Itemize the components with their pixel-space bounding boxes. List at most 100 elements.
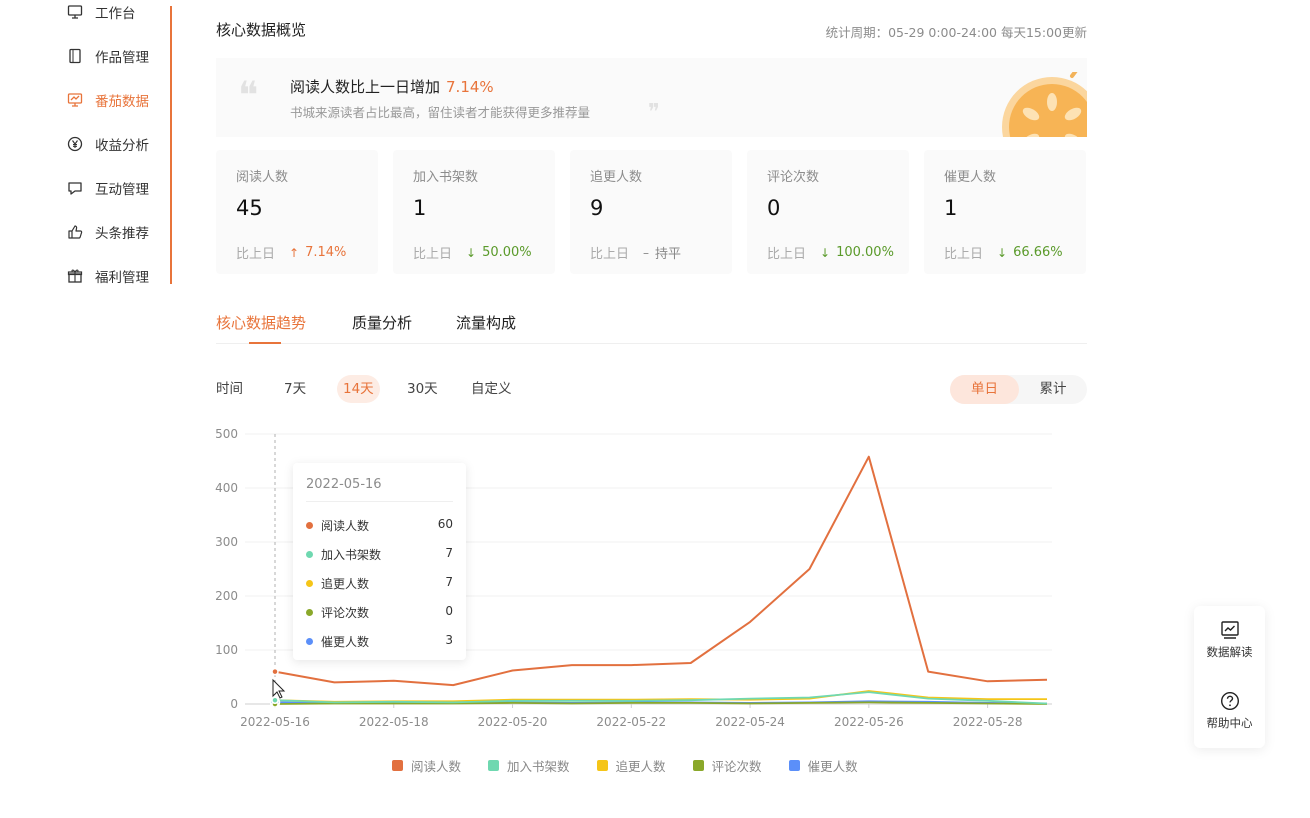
compare-label: 比上日 [236, 247, 276, 262]
sidebar-item-interaction[interactable]: 互动管理 [66, 176, 149, 200]
data-interpretation-label: 数据解读 [1206, 645, 1253, 659]
dash-icon: – [643, 245, 650, 260]
tooltip-series-name: 催更人数 [321, 635, 370, 649]
mode-cumulative[interactable]: 累计 [1019, 375, 1087, 404]
legend-swatch [692, 759, 704, 771]
mode-toggle: 单日 累计 [950, 375, 1087, 404]
legend-item-urge[interactable]: 催更人数 [788, 756, 858, 774]
tab-indicator [249, 342, 281, 344]
tooltip-row: 评论次数 0 [306, 604, 453, 622]
page-title: 核心数据概览 [216, 21, 307, 39]
legend-label: 追更人数 [615, 758, 666, 774]
help-icon [1220, 691, 1239, 711]
x-tick-label: 2022-05-20 [478, 715, 548, 729]
x-tick-label: 2022-05-24 [715, 715, 785, 729]
chat-icon [66, 179, 84, 197]
time-filter-label: 时间 [216, 381, 243, 397]
sidebar-item-revenue[interactable]: 收益分析 [66, 132, 149, 156]
compare-change: 66.66% [1013, 245, 1063, 260]
tooltip-series-value: 60 [437, 517, 453, 531]
x-tick-label: 2022-05-22 [596, 715, 666, 729]
tab-core-trend[interactable]: 核心数据趋势 [216, 312, 306, 333]
tooltip-series-name: 追更人数 [321, 577, 370, 591]
arrow-up-icon: ↑ [289, 245, 300, 260]
sidebar-item-works[interactable]: 作品管理 [66, 44, 149, 68]
sidebar-item-workbench[interactable]: 工作台 [66, 0, 136, 24]
hover-point [271, 696, 279, 704]
legend-label: 评论次数 [711, 758, 762, 774]
tab-traffic[interactable]: 流量构成 [456, 312, 516, 333]
stat-label: 加入书架数 [413, 170, 479, 185]
y-tick-label: 100 [215, 643, 238, 657]
insight-banner: ❝ ❞ 阅读人数比上一日增加 7.14% 书城来源读者占比最高，留住读者才能获得更… [216, 58, 1087, 137]
legend-item-bookshelf[interactable]: 加入书架数 [488, 756, 570, 774]
banner-subline: 书城来源读者占比最高，留住读者才能获得更多推荐量 [290, 105, 591, 120]
hover-point [271, 667, 279, 676]
y-tick-label: 400 [215, 481, 238, 495]
help-center-button[interactable]: 帮助中心 [1194, 691, 1265, 731]
stat-card-readers: 阅读人数 45 比上日 ↑ 7.14% [216, 150, 378, 274]
legend-dot [306, 551, 313, 558]
arrow-down-icon: ↓ [820, 245, 831, 260]
compare-change: 50.00% [482, 245, 532, 260]
compare-label: 比上日 [590, 247, 630, 262]
y-tick-label: 300 [215, 535, 238, 549]
tooltip-series-name: 阅读人数 [321, 519, 370, 533]
tooltip-row: 追更人数 7 [306, 575, 453, 593]
gift-icon [66, 267, 84, 285]
compare-label: 比上日 [944, 247, 984, 262]
stat-card-urge: 催更人数 1 比上日 ↓ 66.66% [924, 150, 1086, 274]
compare-change: 7.14% [305, 245, 347, 260]
compare-change: 持平 [655, 247, 682, 262]
sidebar-item-label: 作品管理 [95, 50, 149, 66]
compare-change: 100.00% [836, 245, 894, 260]
legend-dot [306, 609, 313, 616]
stat-label: 评论次数 [767, 170, 820, 185]
stat-card-followers: 追更人数 9 比上日 – 持平 [570, 150, 732, 274]
filter-14-days[interactable]: 14天 [337, 375, 380, 403]
filter-30-days[interactable]: 30天 [407, 375, 438, 403]
mode-daily[interactable]: 单日 [950, 375, 1019, 404]
chart-report-icon [1220, 621, 1239, 639]
banner-headline: 阅读人数比上一日增加 7.14% [290, 76, 494, 97]
stat-value: 9 [590, 196, 604, 220]
stat-card-comments: 评论次数 0 比上日 ↓ 100.00% [747, 150, 909, 274]
legend-item-followers[interactable]: 追更人数 [596, 756, 666, 774]
filter-7-days[interactable]: 7天 [284, 375, 306, 403]
tooltip-row: 加入书架数 7 [306, 546, 453, 564]
stat-value: 0 [767, 196, 781, 220]
chart-tooltip: 2022-05-16 阅读人数 60 加入书架数 7 追更人数 7 评论次数 0 催更人… [293, 463, 466, 660]
chart-legend: 阅读人数 加入书架数 追更人数 评论次数 催更人数 [392, 756, 885, 774]
stat-compare: 比上日 ↑ 7.14% [236, 243, 346, 262]
banner-headline-pct: 7.14% [446, 78, 494, 96]
quote-open-icon: ❝ [238, 73, 259, 117]
stat-value: 1 [944, 196, 958, 220]
data-interpretation-button[interactable]: 数据解读 [1194, 620, 1265, 660]
stat-compare: 比上日 ↓ 66.66% [944, 243, 1063, 262]
yen-icon [66, 135, 84, 153]
stats-period: 统计周期：05-29 0:00-24:00 每天15:00更新 [825, 25, 1087, 40]
x-tick-label: 2022-05-16 [240, 715, 310, 729]
stat-value: 45 [236, 196, 263, 220]
compare-label: 比上日 [413, 247, 453, 262]
analysis-tabs: 核心数据趋势 质量分析 流量构成 [216, 310, 1087, 344]
tab-quality[interactable]: 质量分析 [352, 312, 412, 333]
book-icon [66, 47, 84, 65]
legend-dot [306, 580, 313, 587]
sidebar-item-welfare[interactable]: 福利管理 [66, 264, 149, 288]
mouse-cursor-icon [272, 678, 286, 699]
sidebar-item-headline[interactable]: 头条推荐 [66, 220, 149, 244]
chart-screen-icon [66, 91, 84, 109]
sidebar-rail [170, 6, 172, 284]
legend-dot [306, 638, 313, 645]
sidebar-item-label: 头条推荐 [95, 226, 149, 242]
legend-swatch [392, 759, 403, 771]
stat-label: 阅读人数 [236, 170, 289, 185]
legend-swatch [488, 759, 500, 771]
legend-item-readers[interactable]: 阅读人数 [392, 756, 461, 774]
filter-custom[interactable]: 自定义 [471, 375, 512, 403]
sidebar-item-fanqie-data[interactable]: 番茄数据 [66, 88, 149, 112]
legend-item-comments[interactable]: 评论次数 [692, 756, 762, 774]
stat-compare: 比上日 – 持平 [590, 243, 682, 263]
orange-slice-icon [1002, 72, 1087, 137]
